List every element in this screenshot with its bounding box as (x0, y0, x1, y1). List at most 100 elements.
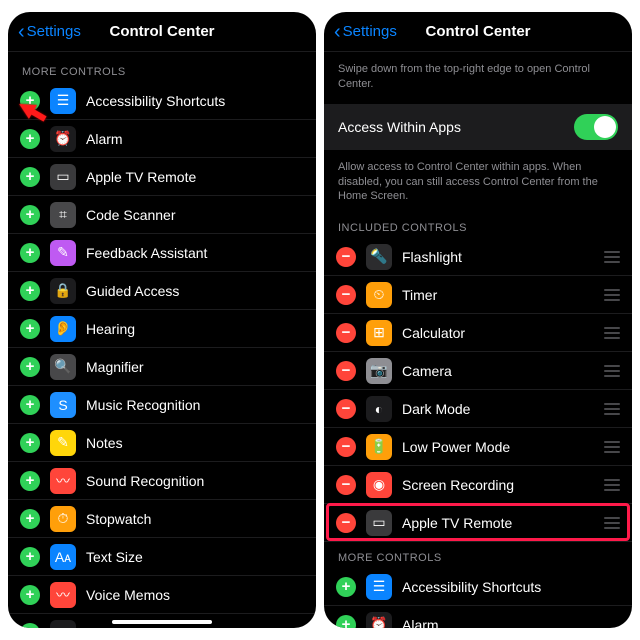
toggle-label: Access Within Apps (338, 119, 461, 135)
add-button[interactable]: + (336, 577, 356, 597)
remove-button[interactable]: − (336, 399, 356, 419)
add-button[interactable]: + (20, 623, 40, 628)
accessibility-shortcuts-icon: ☰ (366, 574, 392, 600)
drag-handle-icon[interactable] (604, 403, 620, 415)
remove-button[interactable]: − (336, 437, 356, 457)
control-row-accessibility-shortcuts[interactable]: +☰Accessibility Shortcuts (8, 82, 316, 120)
control-row-low-power-mode[interactable]: −🔋Low Power Mode (324, 428, 632, 466)
page-title: Control Center (18, 23, 306, 40)
control-label: Guided Access (86, 283, 179, 299)
remove-button[interactable]: − (336, 475, 356, 495)
add-button[interactable]: + (336, 615, 356, 628)
control-label: Screen Recording (402, 477, 514, 493)
camera-icon: 📷 (366, 358, 392, 384)
add-button[interactable]: + (20, 585, 40, 605)
control-row-magnifier[interactable]: +🔍Magnifier (8, 348, 316, 386)
section-included: INCLUDED CONTROLS (324, 212, 632, 238)
alarm-icon: ⏰ (366, 612, 392, 628)
control-row-dark-mode[interactable]: −◐Dark Mode (324, 390, 632, 428)
add-button[interactable]: + (20, 167, 40, 187)
add-button[interactable]: + (20, 357, 40, 377)
control-label: Hearing (86, 321, 135, 337)
control-row-sound-recognition[interactable]: + 〰 Sound Recognition (8, 462, 316, 500)
drag-handle-icon[interactable] (604, 289, 620, 301)
remove-button[interactable]: − (336, 361, 356, 381)
control-label: Text Size (86, 549, 143, 565)
control-row-guided-access[interactable]: + 🔒 Guided Access (8, 272, 316, 310)
control-row-feedback-assistant[interactable]: +✎Feedback Assistant (8, 234, 316, 272)
intro-text: Swipe down from the top-right edge to op… (324, 56, 632, 100)
control-row-screen-recording[interactable]: −◉ Screen Recording (324, 466, 632, 504)
remove-button[interactable]: − (336, 285, 356, 305)
control-row-music-recognition[interactable]: +SMusic Recognition (8, 386, 316, 424)
control-label: Sound Recognition (86, 473, 204, 489)
control-row-apple-tv-remote[interactable]: + ▭ Apple TV Remote (8, 158, 316, 196)
control-label: Stopwatch (86, 511, 151, 527)
section-more-controls: MORE CONTROLS (8, 56, 316, 82)
add-button[interactable]: + (20, 281, 40, 301)
remove-button[interactable]: − (336, 323, 356, 343)
control-row-accessibility-shortcuts[interactable]: + ☰ Accessibility Shortcuts (324, 568, 632, 606)
add-button[interactable]: + (20, 547, 40, 567)
control-label: Camera (402, 363, 452, 379)
access-within-apps-row[interactable]: Access Within Apps (324, 104, 632, 150)
add-button[interactable]: + (20, 395, 40, 415)
drag-handle-icon[interactable] (604, 327, 620, 339)
control-row-text-size[interactable]: + Aᴀ Text Size (8, 538, 316, 576)
control-label: Alarm (86, 131, 123, 147)
control-row-code-scanner[interactable]: +⌗Code Scanner (8, 196, 316, 234)
add-button[interactable]: + (20, 471, 40, 491)
add-button[interactable]: + (20, 243, 40, 263)
apple-tv-remote-icon: ▭ (50, 164, 76, 190)
control-label: Accessibility Shortcuts (86, 93, 225, 109)
control-row-apple-tv-remote[interactable]: −▭ Apple TV Remote (324, 504, 632, 542)
control-row-flashlight[interactable]: −🔦Flashlight (324, 238, 632, 276)
drag-handle-icon[interactable] (604, 479, 620, 491)
control-label: Dark Mode (402, 401, 470, 417)
content: MORE CONTROLS +☰Accessibility Shortcuts+… (8, 52, 316, 628)
header: ‹ Settings Control Center (324, 12, 632, 52)
control-label: Apple TV Remote (402, 515, 512, 531)
toggle-switch[interactable] (574, 114, 618, 140)
add-button[interactable]: + (20, 319, 40, 339)
control-row-hearing[interactable]: +👂Hearing (8, 310, 316, 348)
screen-recording-icon: ◉ (366, 472, 392, 498)
control-row-notes[interactable]: +✎Notes (8, 424, 316, 462)
drag-handle-icon[interactable] (604, 441, 620, 453)
control-label: Low Power Mode (402, 439, 510, 455)
apple-tv-remote-icon: ▭ (366, 510, 392, 536)
drag-handle-icon[interactable] (604, 517, 620, 529)
voice-memos-icon: 〰 (50, 582, 76, 608)
control-row-stopwatch[interactable]: + ⏱ Stopwatch (8, 500, 316, 538)
page-title: Control Center (334, 23, 622, 40)
control-label: Accessibility Shortcuts (402, 579, 541, 595)
control-row-timer[interactable]: −⏲Timer (324, 276, 632, 314)
control-label: Alarm (402, 617, 439, 628)
add-button[interactable]: + (20, 205, 40, 225)
control-row-calculator[interactable]: −⊞Calculator (324, 314, 632, 352)
control-row-camera[interactable]: −📷 Camera (324, 352, 632, 390)
toggle-description: Allow access to Control Center within ap… (324, 154, 632, 213)
drag-handle-icon[interactable] (604, 365, 620, 377)
text-size-icon: Aᴀ (50, 544, 76, 570)
stopwatch-icon: ⏱ (50, 506, 76, 532)
add-button[interactable]: + (20, 509, 40, 529)
sound-recognition-icon: 〰 (50, 468, 76, 494)
code-scanner-icon: ⌗ (50, 202, 76, 228)
home-indicator (112, 620, 212, 624)
control-row-voice-memos[interactable]: +〰Voice Memos (8, 576, 316, 614)
section-more-controls: MORE CONTROLS (324, 542, 632, 568)
guided-access-icon: 🔒 (50, 278, 76, 304)
header: ‹ Settings Control Center (8, 12, 316, 52)
control-row-alarm[interactable]: +⏰Alarm (8, 120, 316, 158)
control-label: Calculator (402, 325, 465, 341)
control-row-alarm[interactable]: + ⏰ Alarm (324, 606, 632, 628)
add-button[interactable]: + (20, 433, 40, 453)
add-button[interactable]: + (20, 129, 40, 149)
control-label: Apple TV Remote (86, 169, 196, 185)
remove-button[interactable]: − (336, 247, 356, 267)
control-label: Wallet (86, 625, 124, 628)
music-recognition-icon: S (50, 392, 76, 418)
drag-handle-icon[interactable] (604, 251, 620, 263)
remove-button[interactable]: − (336, 513, 356, 533)
